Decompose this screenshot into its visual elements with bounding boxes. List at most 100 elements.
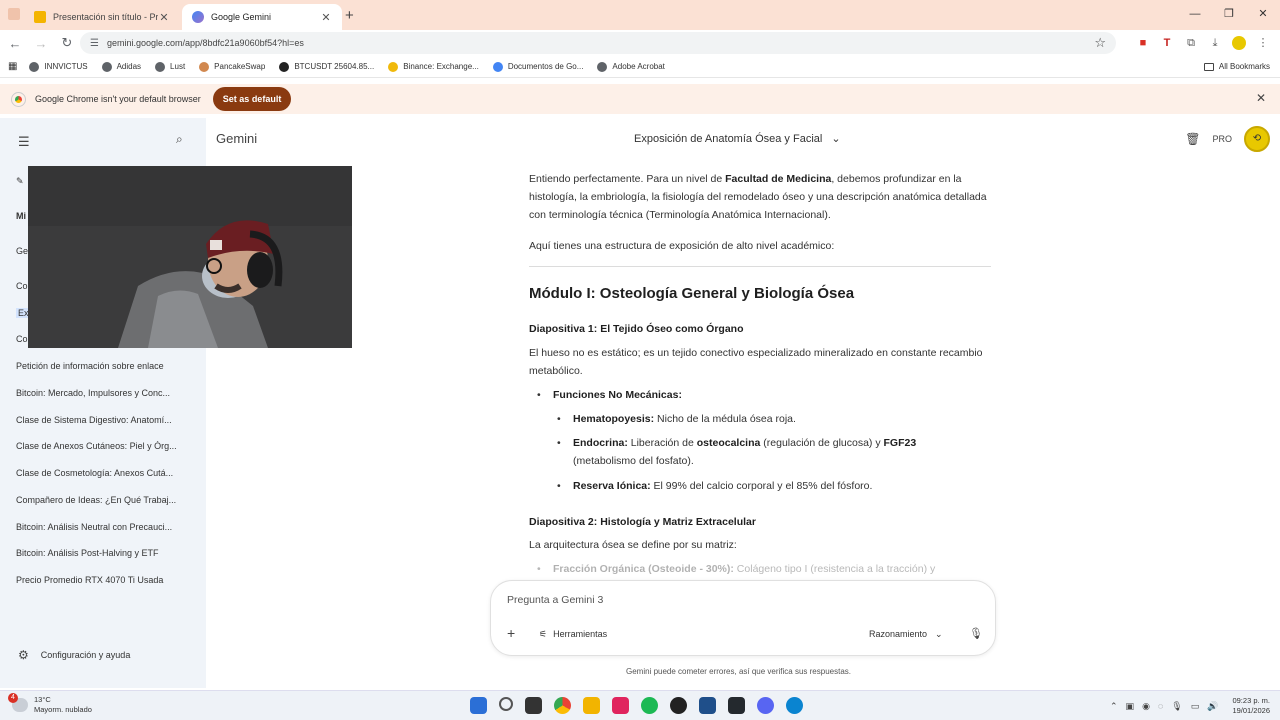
- close-icon[interactable]: ✕: [158, 11, 170, 24]
- app-icon[interactable]: [699, 697, 716, 714]
- weather-widget[interactable]: 13°C Mayorm. nublado: [8, 693, 92, 715]
- task-view-icon[interactable]: [525, 697, 542, 714]
- trash-icon[interactable]: 🗑: [1185, 132, 1200, 146]
- settings-and-help[interactable]: ⚙ Configuración y ayuda: [18, 648, 130, 662]
- site-info-icon[interactable]: ☰: [90, 38, 99, 49]
- mode-selector[interactable]: Razonamiento ⌄: [869, 629, 943, 640]
- close-icon[interactable]: ✕: [320, 11, 332, 24]
- tray-app-icon[interactable]: ◉: [1142, 701, 1150, 712]
- volume-icon[interactable]: 🔊: [1207, 701, 1218, 712]
- tray-app-icon[interactable]: ◌: [1158, 701, 1163, 711]
- sidebar-conversation[interactable]: Clase de Sistema Digestivo: Anatomí...: [16, 415, 192, 425]
- download-icon[interactable]: ⤓: [1208, 36, 1222, 50]
- bookmark-favicon-icon: [155, 61, 166, 72]
- reload-icon[interactable]: ↻: [56, 35, 78, 51]
- new-tab-icon[interactable]: +: [345, 7, 354, 24]
- sidebar-partial-item[interactable]: Ge: [16, 246, 28, 256]
- discord-icon[interactable]: [757, 697, 774, 714]
- clock[interactable]: 09:23 p. m. 19/01/2026: [1232, 696, 1270, 716]
- sidebar-partial-item[interactable]: Co: [16, 334, 28, 344]
- bookmark-item[interactable]: Binance: Exchange...: [388, 61, 479, 72]
- temperature: 13°C: [34, 695, 51, 704]
- tools-button[interactable]: ⚟ Herramientas: [539, 629, 607, 640]
- chevron-up-icon[interactable]: ⌃: [1110, 701, 1118, 712]
- close-window-icon[interactable]: ✕: [1246, 0, 1280, 28]
- default-browser-infobar: Google Chrome isn't your default browser…: [0, 84, 1280, 114]
- search-icon[interactable]: ⌕: [176, 132, 183, 147]
- prompt-input[interactable]: Pregunta a Gemini 3: [507, 594, 603, 606]
- avatar[interactable]: ⟲: [1244, 126, 1270, 152]
- webcam-person-image: [28, 166, 352, 348]
- kebab-menu-icon[interactable]: ⋮: [1256, 36, 1270, 50]
- bookmark-item[interactable]: Documentos de Go...: [492, 61, 583, 72]
- prompt-box: Pregunta a Gemini 3 + ⚟ Herramientas Razo…: [490, 580, 996, 656]
- sidebar-conversation[interactable]: Bitcoin: Mercado, Impulsores y Conc...: [16, 388, 192, 398]
- puzzle-icon[interactable]: ⧉: [1184, 36, 1198, 50]
- address-bar[interactable]: ☰ gemini.google.com/app/8bdfc21a9060bf54…: [80, 32, 1116, 54]
- sidebar-conversation[interactable]: Clase de Anexos Cutáneos: Piel y Órg...: [16, 441, 192, 451]
- cloud-icon: [8, 693, 28, 712]
- chat-title-dropdown[interactable]: Exposición de Anatomía Ósea y Facial ⌄: [634, 132, 841, 145]
- bookmark-favicon-icon: [388, 61, 399, 72]
- sidebar-partial-item[interactable]: Co: [16, 281, 28, 291]
- forward-icon[interactable]: →: [30, 36, 52, 51]
- sidebar-partial-item[interactable]: Mi: [16, 211, 26, 221]
- back-icon[interactable]: ←: [4, 36, 26, 51]
- tab-search-icon[interactable]: [8, 8, 20, 20]
- microphone-icon[interactable]: 🎙: [1171, 701, 1182, 712]
- module-title: Módulo I: Osteología General y Biología …: [529, 285, 855, 302]
- search-icon[interactable]: [499, 697, 513, 711]
- bookmark-favicon-icon: [101, 61, 112, 72]
- bookmark-item[interactable]: Adidas: [101, 61, 141, 72]
- bookmark-item[interactable]: INNVICTUS: [29, 61, 88, 72]
- close-icon[interactable]: ✕: [1256, 91, 1266, 105]
- sidebar-conversation[interactable]: Precio Promedio RTX 4070 Ti Usada: [16, 575, 192, 585]
- disclaimer: Gemini puede cometer errores, así que ve…: [626, 667, 851, 676]
- extension-icon[interactable]: T: [1160, 36, 1174, 50]
- new-chat-icon[interactable]: ✎: [16, 176, 24, 187]
- sidebar-conversation[interactable]: Petición de información sobre enlace: [16, 361, 192, 371]
- taskbar: 13°C Mayorm. nublado ⌃ ▣ ◉ ◌ 🎙 ▭ 🔊 09:23…: [0, 690, 1280, 720]
- tiktok-icon[interactable]: [612, 697, 629, 714]
- tab-presentation[interactable]: Presentación sin título - Presen ✕: [24, 4, 180, 30]
- network-icon[interactable]: ▭: [1191, 701, 1200, 712]
- gemini-brand[interactable]: Gemini: [216, 131, 257, 146]
- chrome-icon: [11, 91, 26, 107]
- slides-icon: [34, 11, 46, 23]
- sidebar-conversation[interactable]: Bitcoin: Análisis Neutral con Precauci..…: [16, 522, 192, 532]
- bookmark-item[interactable]: Lust: [155, 61, 185, 72]
- spotify-icon[interactable]: [641, 697, 658, 714]
- chrome-icon[interactable]: [554, 697, 571, 714]
- sidebar-conversation[interactable]: Clase de Cosmetología: Anexos Cutá...: [16, 468, 192, 478]
- tab-strip: Presentación sin título - Presen ✕ Googl…: [0, 0, 1280, 30]
- pro-badge[interactable]: PRO: [1212, 134, 1232, 144]
- microphone-icon[interactable]: 🎙: [969, 627, 983, 640]
- profile-icon[interactable]: [1232, 36, 1246, 50]
- app-icon[interactable]: [670, 697, 687, 714]
- set-default-button[interactable]: Set as default: [212, 87, 292, 111]
- all-bookmarks[interactable]: All Bookmarks: [1203, 62, 1270, 71]
- bookmark-item[interactable]: PancakeSwap: [199, 61, 265, 72]
- edge-icon[interactable]: [786, 697, 803, 714]
- tab-title: Google Gemini: [211, 12, 272, 22]
- tab-title: Presentación sin título - Presen: [53, 12, 158, 22]
- chevron-down-icon: ⌄: [935, 629, 943, 639]
- sidebar-conversation[interactable]: Bitcoin: Análisis Post-Halving y ETF: [16, 548, 192, 558]
- start-icon[interactable]: [470, 697, 487, 714]
- menu-icon[interactable]: ☰: [18, 134, 30, 150]
- bookmark-favicon-icon: [279, 61, 290, 72]
- tab-gemini[interactable]: Google Gemini ✕: [182, 4, 342, 30]
- restore-icon[interactable]: ❐: [1212, 0, 1246, 28]
- gemini-icon: [192, 11, 204, 23]
- bookmark-item[interactable]: Adobe Acrobat: [597, 61, 665, 72]
- bookmark-star-icon[interactable]: ☆: [1094, 35, 1106, 51]
- apps-icon[interactable]: ▦: [8, 61, 17, 72]
- minimize-icon[interactable]: —: [1178, 0, 1212, 28]
- sidebar-conversation[interactable]: Compañero de Ideas: ¿En Qué Trabaj...: [16, 495, 192, 505]
- bookmark-item[interactable]: BTCUSDT 25604.85...: [279, 61, 374, 72]
- extension-icon[interactable]: ■: [1136, 36, 1150, 50]
- github-icon[interactable]: [728, 697, 745, 714]
- file-explorer-icon[interactable]: [583, 697, 600, 714]
- add-icon[interactable]: +: [507, 625, 515, 641]
- tray-app-icon[interactable]: ▣: [1126, 701, 1135, 712]
